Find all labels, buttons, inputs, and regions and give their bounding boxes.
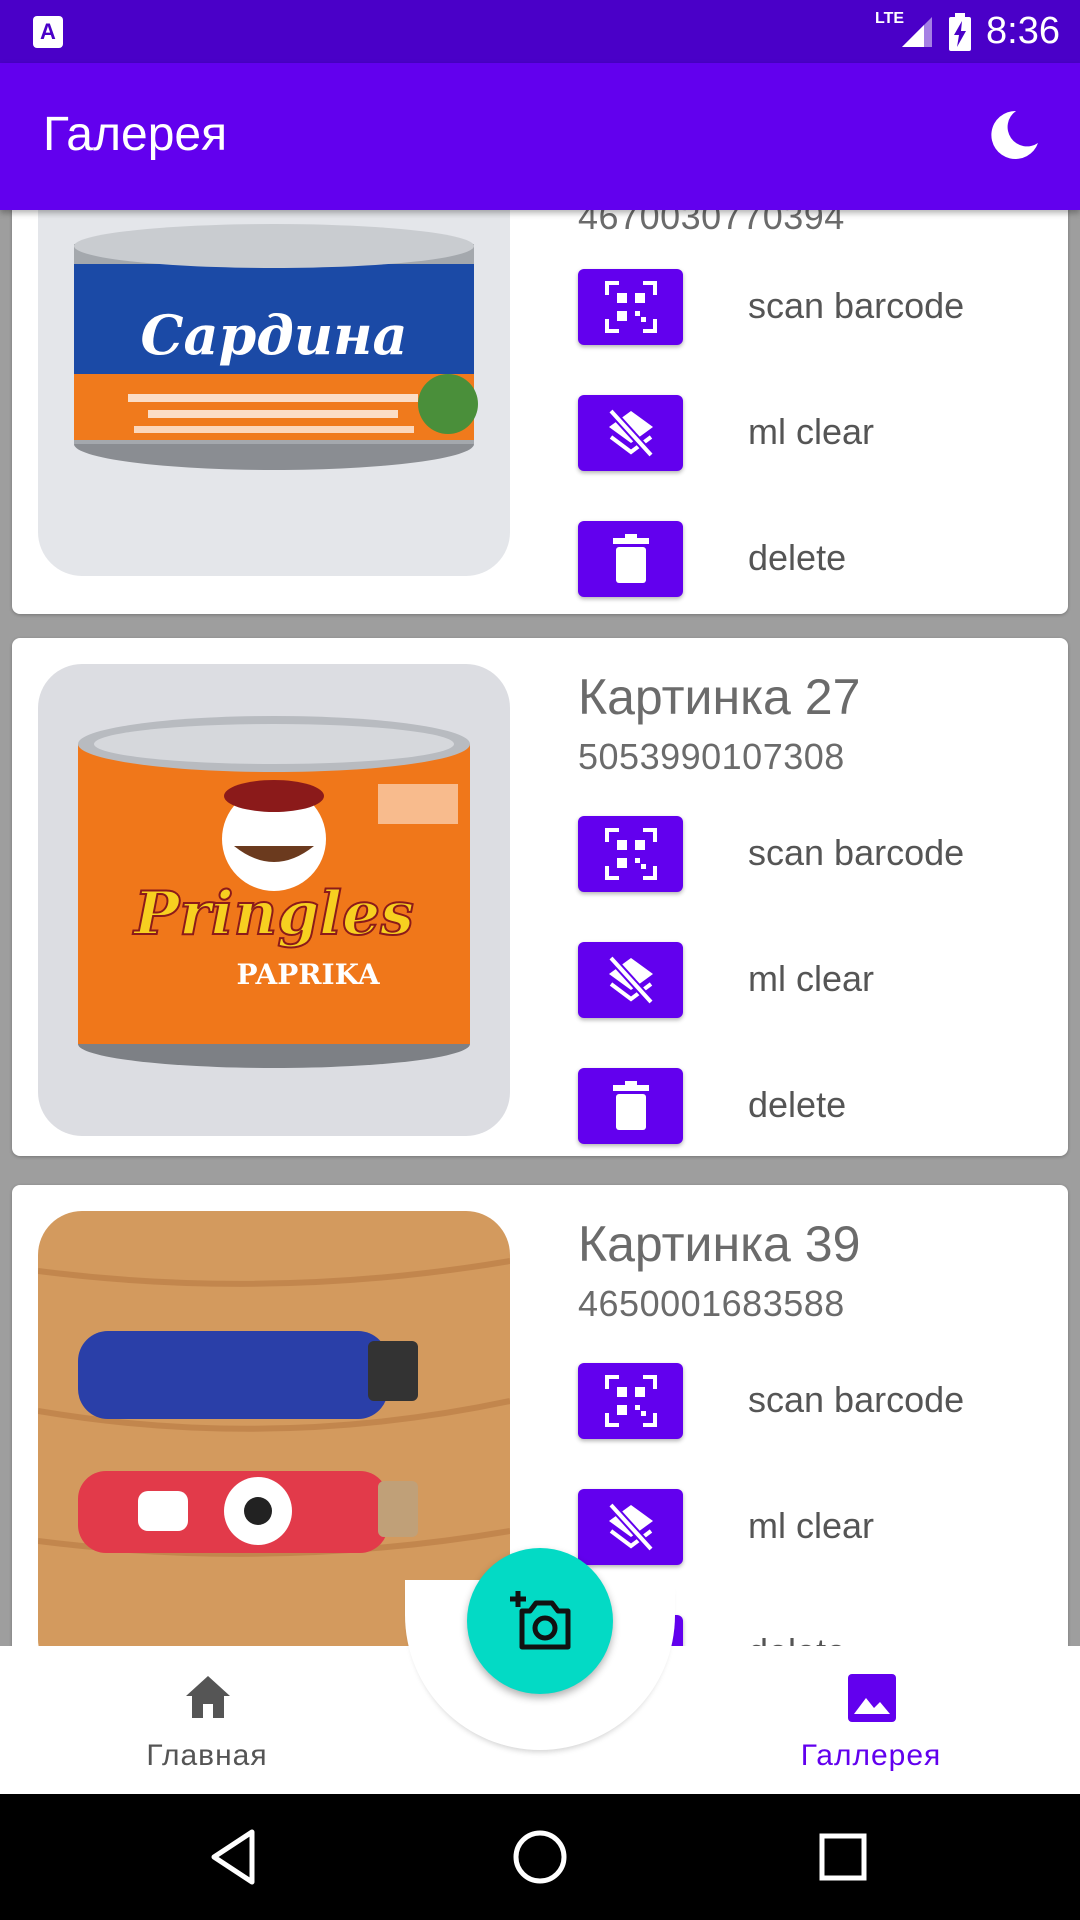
ml-clear-row: ml clear: [578, 395, 1018, 471]
ml-clear-button[interactable]: [578, 395, 683, 471]
scan-barcode-row: scan barcode: [578, 1363, 1018, 1439]
qr-code-icon: [604, 828, 657, 880]
layers-clear-icon: [607, 955, 654, 1005]
qr-code-icon: [604, 1375, 657, 1427]
layers-clear-icon: [607, 408, 654, 458]
signal-icon: [902, 16, 933, 47]
svg-text:Сардина: Сардина: [141, 303, 408, 367]
nav-item-home[interactable]: Главная: [57, 1646, 357, 1794]
app-notification-icon: A: [33, 16, 63, 48]
card-title: Картинка 27: [578, 669, 861, 725]
page-title: Галерея: [43, 108, 228, 161]
system-navigation-bar: [0, 1794, 1080, 1920]
moon-icon[interactable]: [982, 105, 1042, 165]
nav-item-gallery[interactable]: Галлерея: [721, 1646, 1021, 1794]
delete-button[interactable]: [578, 521, 683, 597]
gallery-card: Pringles PAPRIKA Картинка 27 50539901073…: [12, 638, 1068, 1156]
ml-clear-row: ml clear: [578, 942, 1018, 1018]
delete-row: delete: [578, 521, 1018, 597]
trash-icon: [612, 1081, 649, 1130]
delete-label: delete: [748, 1631, 846, 1646]
status-icons: 8:36: [900, 0, 1060, 63]
back-icon[interactable]: [202, 1824, 268, 1890]
gallery-list[interactable]: Сардина 4670030770394 scan barcode ml cl…: [0, 210, 1080, 1646]
delete-button[interactable]: [578, 1068, 683, 1144]
gallery-card: Сардина 4670030770394 scan barcode ml cl…: [12, 210, 1068, 614]
add-photo-button[interactable]: [467, 1548, 613, 1694]
svg-text:PAPRIKA: PAPRIKA: [236, 958, 380, 991]
card-barcode: 5053990107308: [578, 736, 845, 777]
clock: 8:36: [986, 10, 1060, 52]
battery-charging-icon: [949, 12, 972, 51]
ml-clear-button[interactable]: [578, 1489, 683, 1565]
svg-text:Pringles: Pringles: [132, 879, 414, 949]
status-bar: A LTE 8:36: [0, 0, 1080, 63]
card-barcode: 4650001683588: [578, 1283, 845, 1324]
home-icon: [186, 1676, 230, 1718]
ml-clear-label: ml clear: [748, 411, 875, 452]
recents-icon[interactable]: [810, 1824, 876, 1890]
scan-barcode-row: scan barcode: [578, 816, 1018, 892]
scan-barcode-label: scan barcode: [748, 1379, 965, 1420]
scan-barcode-row: scan barcode: [578, 269, 1018, 345]
ml-clear-label: ml clear: [748, 958, 875, 999]
sardine-can-image: Сардина: [38, 210, 510, 576]
pringles-can-image: Pringles PAPRIKA: [38, 664, 510, 1136]
image-icon: [848, 1674, 896, 1722]
ml-clear-button[interactable]: [578, 942, 683, 1018]
card-image[interactable]: Сардина: [38, 210, 510, 576]
add-photo-icon: [510, 1591, 571, 1650]
home-circle-icon[interactable]: [507, 1824, 573, 1890]
delete-label: delete: [748, 537, 847, 578]
trash-icon: [612, 534, 649, 583]
card-barcode: 4670030770394: [578, 210, 845, 237]
ml-clear-row: ml clear: [578, 1489, 1018, 1565]
nav-label-gallery: Галлерея: [800, 1739, 942, 1772]
app-bar: Галерея: [0, 63, 1080, 210]
scan-barcode-button[interactable]: [578, 269, 683, 345]
layers-clear-icon: [607, 1502, 654, 1552]
screen: A LTE 8:36 Галерея Сардина 4670030770394…: [0, 0, 1080, 1920]
card-title: Картинка 39: [578, 1216, 861, 1272]
scan-barcode-button[interactable]: [578, 1363, 683, 1439]
qr-code-icon: [604, 281, 657, 333]
scan-barcode-label: scan barcode: [748, 832, 965, 873]
delete-row: delete: [578, 1068, 1018, 1144]
nav-label-home: Главная: [146, 1739, 268, 1772]
scan-barcode-button[interactable]: [578, 816, 683, 892]
scan-barcode-label: scan barcode: [748, 285, 965, 326]
card-image[interactable]: Pringles PAPRIKA: [38, 664, 510, 1136]
delete-label: delete: [748, 1084, 847, 1125]
ml-clear-label: ml clear: [748, 1505, 875, 1546]
